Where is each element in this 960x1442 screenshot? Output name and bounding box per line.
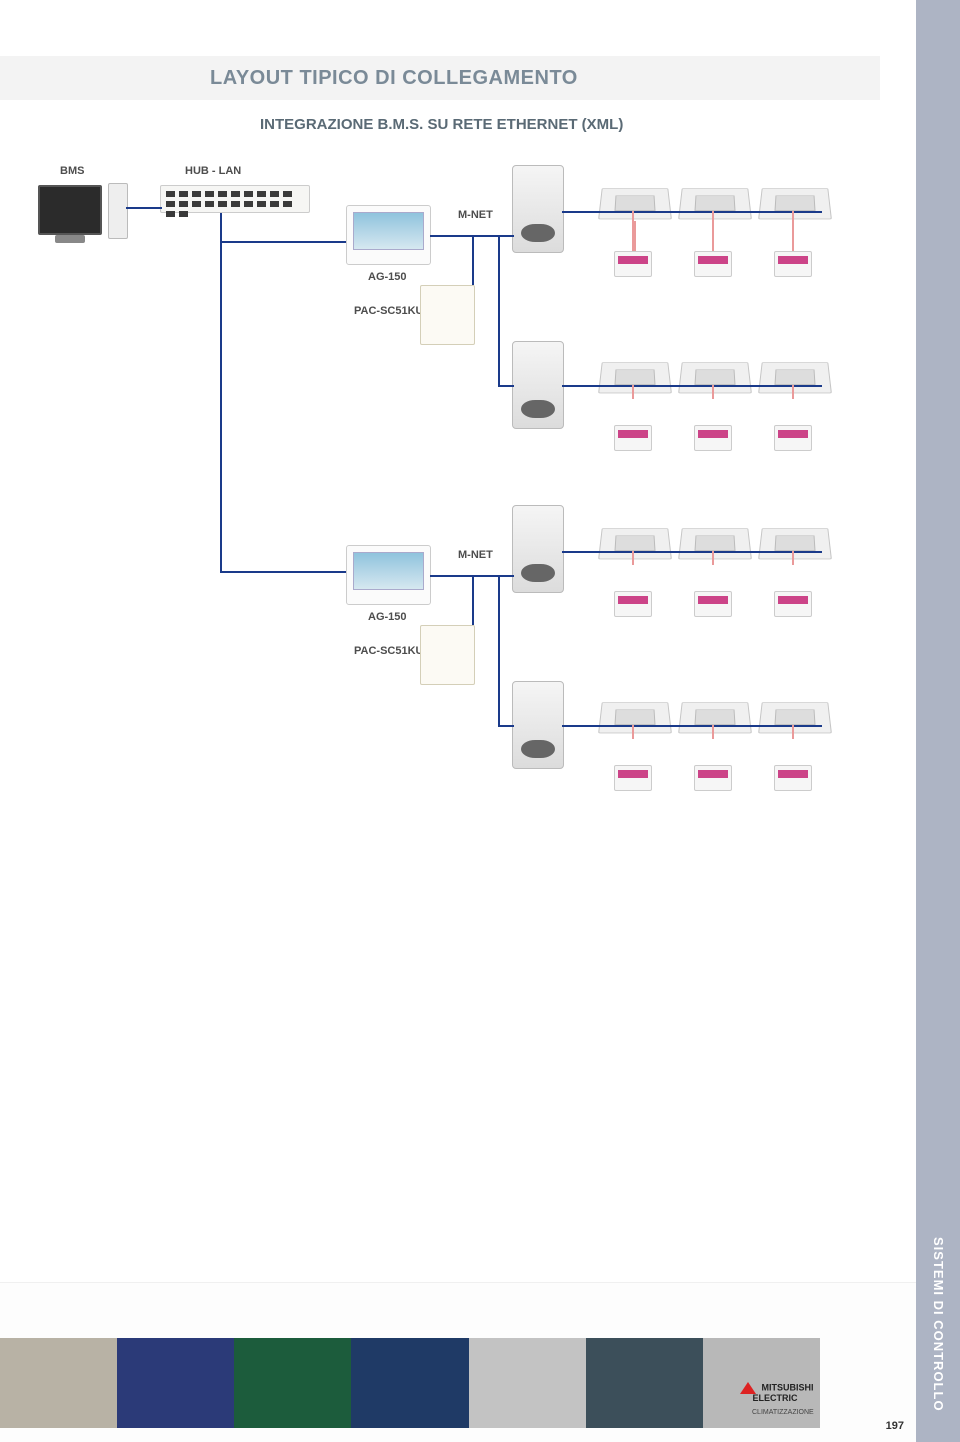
controller-ag150-icon — [346, 205, 431, 265]
outdoor-unit-icon — [512, 341, 564, 429]
cassette-unit-icon — [678, 702, 752, 733]
psu-icon — [420, 625, 475, 685]
wire-mnet — [562, 211, 822, 213]
label-bms: BMS — [60, 165, 84, 177]
wire-indoor — [712, 211, 714, 225]
brand-subtitle: CLIMATIZZAZIONE — [752, 1409, 814, 1416]
wire-mnet — [472, 235, 474, 285]
cassette-unit-icon — [598, 362, 672, 393]
page-title: LAYOUT TIPICO DI COLLEGAMENTO — [210, 67, 578, 90]
monitor-icon — [38, 185, 102, 235]
label-hub: HUB - LAN — [185, 165, 241, 177]
wire-mnet — [498, 575, 500, 725]
cassette-unit-icon — [758, 528, 832, 559]
wire-indoor — [792, 385, 794, 399]
wire-lan — [220, 213, 222, 573]
footer-tile — [0, 1338, 117, 1428]
sidebar-tab: SISTEMI DI CONTROLLO — [916, 0, 960, 1442]
wire-mnet — [562, 725, 822, 727]
header-bar: LAYOUT TIPICO DI COLLEGAMENTO — [0, 56, 880, 100]
wire-lan — [126, 207, 162, 209]
wire-mnet — [562, 385, 822, 387]
psu-icon — [420, 285, 475, 345]
wire-lan — [220, 571, 346, 573]
wire-lan — [220, 241, 346, 243]
label-ag150-2: AG-150 — [368, 611, 407, 623]
cassette-unit-icon — [678, 362, 752, 393]
footer-image-strip — [0, 1338, 820, 1428]
outdoor-unit-icon — [512, 681, 564, 769]
footer-tile — [586, 1338, 703, 1428]
cassette-unit-icon — [598, 528, 672, 559]
cassette-unit-icon — [598, 702, 672, 733]
label-mnet-1: M-NET — [458, 209, 493, 221]
cassette-unit-icon — [758, 188, 832, 219]
footer-tile — [469, 1338, 586, 1428]
wire-indoor — [632, 725, 634, 739]
footer-tile — [351, 1338, 468, 1428]
wire-indoor — [634, 221, 636, 251]
brand-line1: MITSUBISHI — [762, 1382, 814, 1392]
wire-indoor — [792, 725, 794, 739]
wire-indoor — [712, 551, 714, 565]
controller-ag150-icon — [346, 545, 431, 605]
outdoor-unit-icon — [512, 505, 564, 593]
cassette-unit-icon — [758, 362, 832, 393]
wire-mnet — [498, 725, 514, 727]
wire-indoor — [792, 211, 794, 225]
footer-tile — [234, 1338, 351, 1428]
wire-mnet — [498, 385, 514, 387]
remote-controller-icon — [774, 251, 812, 277]
page-number: 197 — [886, 1420, 904, 1432]
remote-controller-icon — [694, 251, 732, 277]
remote-controller-icon — [614, 591, 652, 617]
wire-indoor — [712, 385, 714, 399]
pc-tower-icon — [108, 183, 128, 239]
label-ag150-1: AG-150 — [368, 271, 407, 283]
wire-mnet — [562, 551, 822, 553]
subtitle: INTEGRAZIONE B.M.S. SU RETE ETHERNET (XM… — [260, 116, 623, 133]
diagram: BMS HUB - LAN M-NET AG-150 PAC-SC51KUA M… — [0, 155, 880, 875]
remote-controller-icon — [614, 765, 652, 791]
cassette-unit-icon — [598, 188, 672, 219]
remote-controller-icon — [694, 425, 732, 451]
hub-icon — [160, 185, 310, 213]
brand-line2: ELECTRIC — [753, 1393, 798, 1403]
wire-indoor — [792, 551, 794, 565]
wire-indoor — [712, 725, 714, 739]
wire-mnet — [498, 235, 500, 385]
wire-indoor — [632, 551, 634, 565]
wire-mnet — [472, 575, 474, 625]
remote-controller-icon — [614, 251, 652, 277]
remote-controller-icon — [774, 425, 812, 451]
remote-controller-icon — [614, 425, 652, 451]
remote-controller-icon — [694, 591, 732, 617]
wire-indoor — [632, 385, 634, 399]
wire-indoor — [712, 225, 714, 251]
remote-controller-icon — [774, 765, 812, 791]
wire-indoor — [792, 225, 794, 251]
cassette-unit-icon — [678, 188, 752, 219]
cassette-unit-icon — [678, 528, 752, 559]
remote-controller-icon — [774, 591, 812, 617]
remote-controller-icon — [694, 765, 732, 791]
footer-tile — [117, 1338, 234, 1428]
sidebar-label: SISTEMI DI CONTROLLO — [931, 1237, 946, 1412]
cassette-unit-icon — [758, 702, 832, 733]
outdoor-unit-icon — [512, 165, 564, 253]
brand-logo: MITSUBISHI ELECTRIC — [740, 1382, 814, 1404]
label-mnet-2: M-NET — [458, 549, 493, 561]
